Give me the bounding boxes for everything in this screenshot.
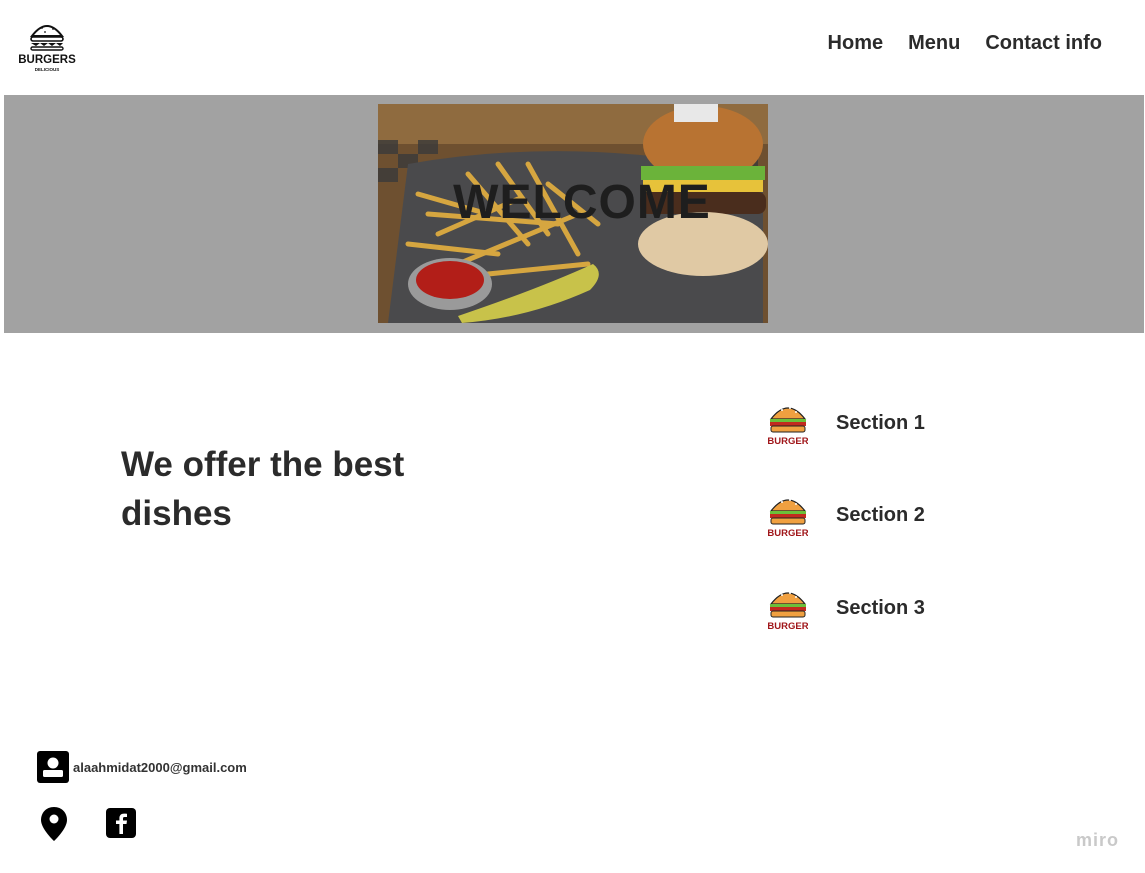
svg-text:DELICIOUS: DELICIOUS bbox=[35, 67, 60, 72]
svg-text:BURGER: BURGER bbox=[768, 621, 808, 631]
burger-icon: BURGER bbox=[768, 592, 808, 631]
section-1-link[interactable]: BURGER Section 1 bbox=[768, 400, 925, 446]
nav-menu-link[interactable]: Menu bbox=[908, 32, 960, 55]
contact-email[interactable]: alaahmidat2000@gmail.com bbox=[37, 751, 247, 783]
tagline-heading: We offer the best dishes bbox=[121, 445, 405, 533]
miro-watermark: miro bbox=[1075, 830, 1119, 850]
facebook-icon[interactable] bbox=[106, 808, 136, 838]
hero-title: WELCOME bbox=[453, 176, 711, 229]
burger-logo-icon: BURGERS DELICIOUS bbox=[18, 25, 76, 72]
nav-home-link[interactable]: Home bbox=[828, 32, 884, 55]
svg-text:BURGERS: BURGERS bbox=[18, 54, 76, 66]
location-pin-icon[interactable] bbox=[40, 806, 68, 842]
svg-text:BURGER: BURGER bbox=[768, 436, 808, 446]
section-1-label: Section 1 bbox=[836, 411, 925, 434]
svg-text:BURGER: BURGER bbox=[768, 528, 808, 538]
burger-icon: BURGER bbox=[768, 407, 808, 446]
section-2-label: Section 2 bbox=[836, 503, 925, 526]
hero-banner: WELCOME bbox=[4, 95, 1144, 333]
section-2-link[interactable]: BURGER Section 2 bbox=[768, 492, 925, 538]
email-text: alaahmidat2000@gmail.com bbox=[73, 759, 247, 775]
brand-logo[interactable]: BURGERS DELICIOUS bbox=[18, 18, 76, 74]
main-nav: Home Menu Contact info bbox=[828, 32, 1102, 55]
contact-icon bbox=[37, 751, 69, 783]
section-3-label: Section 3 bbox=[836, 596, 925, 619]
section-3-link[interactable]: BURGER Section 3 bbox=[768, 585, 925, 631]
burger-icon: BURGER bbox=[768, 499, 808, 538]
nav-contact-info-link[interactable]: Contact info bbox=[985, 32, 1102, 55]
